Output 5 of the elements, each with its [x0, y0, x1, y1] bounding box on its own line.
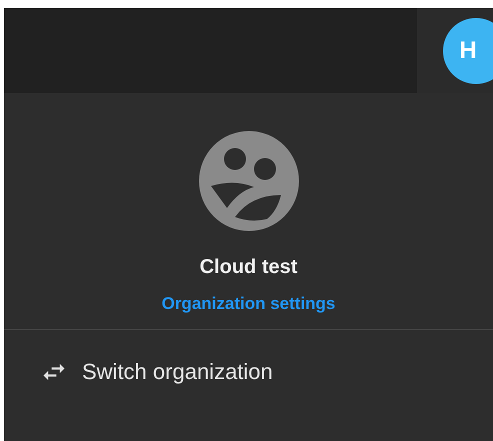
group-icon	[198, 131, 298, 231]
user-avatar[interactable]: H	[443, 18, 493, 84]
organization-settings-link[interactable]: Organization settings	[162, 294, 336, 314]
menu-item[interactable]: Switch organization	[4, 330, 493, 386]
organization-name: Cloud test	[200, 256, 298, 279]
